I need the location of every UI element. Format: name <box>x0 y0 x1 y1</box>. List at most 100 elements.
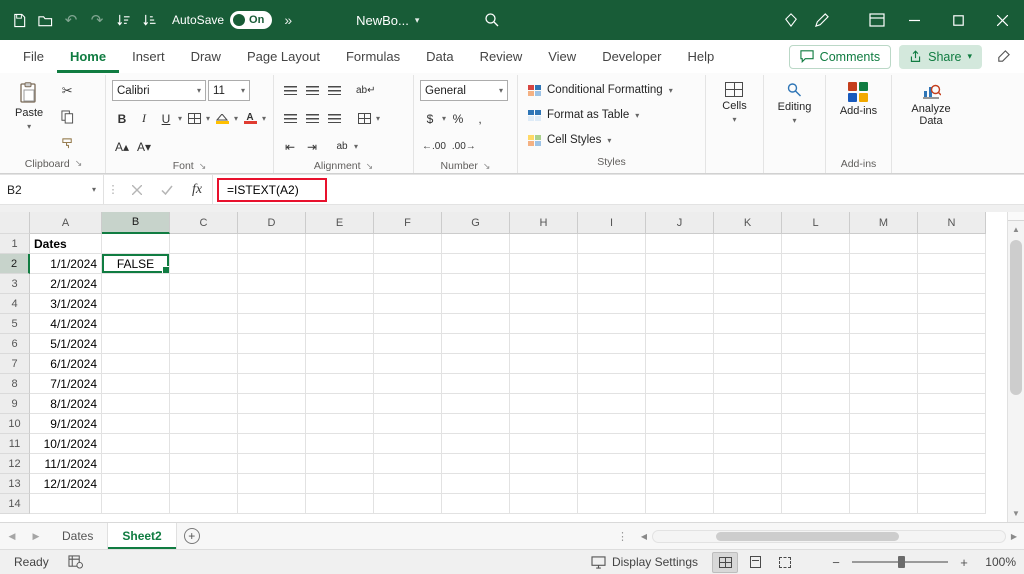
cell-G4[interactable] <box>442 294 510 314</box>
maximize-button[interactable] <box>936 0 980 40</box>
cell-H5[interactable] <box>510 314 578 334</box>
cell-K6[interactable] <box>714 334 782 354</box>
cell-G8[interactable] <box>442 374 510 394</box>
cell-A13[interactable]: 12/1/2024 <box>30 474 102 494</box>
cell-D6[interactable] <box>238 334 306 354</box>
ribbon-tab-home[interactable]: Home <box>57 40 119 73</box>
cell-A6[interactable]: 5/1/2024 <box>30 334 102 354</box>
cell-H2[interactable] <box>510 254 578 274</box>
font-color-chevron-icon[interactable]: ▾ <box>262 114 266 123</box>
row-header-12[interactable]: 12 <box>0 454 30 474</box>
vertical-split-handle[interactable] <box>1008 212 1024 221</box>
row-header-2[interactable]: 2 <box>0 254 30 274</box>
increase-decimal-button[interactable]: ←.00 <box>420 136 448 157</box>
cell-K7[interactable] <box>714 354 782 374</box>
cell-K4[interactable] <box>714 294 782 314</box>
cell-F13[interactable] <box>374 474 442 494</box>
confirm-entry-icon[interactable] <box>152 175 182 204</box>
cell-K1[interactable] <box>714 234 782 254</box>
cell-N7[interactable] <box>918 354 986 374</box>
cell-H3[interactable] <box>510 274 578 294</box>
page-layout-view-button[interactable] <box>742 552 768 573</box>
cell-H1[interactable] <box>510 234 578 254</box>
ribbon-tab-formulas[interactable]: Formulas <box>333 40 413 73</box>
name-box[interactable]: B2 ▾ <box>0 175 104 204</box>
cell-I6[interactable] <box>578 334 646 354</box>
decrease-font-button[interactable]: A▾ <box>134 136 154 157</box>
cell-H10[interactable] <box>510 414 578 434</box>
cell-J13[interactable] <box>646 474 714 494</box>
cell-L5[interactable] <box>782 314 850 334</box>
cell-G12[interactable] <box>442 454 510 474</box>
align-top-button[interactable] <box>280 80 300 101</box>
horizontal-scroll-thumb[interactable] <box>716 532 899 541</box>
fill-color-chevron-icon[interactable]: ▾ <box>234 114 238 123</box>
decrease-indent-button[interactable]: ⇤ <box>280 136 300 157</box>
cell-B7[interactable] <box>102 354 170 374</box>
cell-H9[interactable] <box>510 394 578 414</box>
cell-F4[interactable] <box>374 294 442 314</box>
cell-B4[interactable] <box>102 294 170 314</box>
cell-E9[interactable] <box>306 394 374 414</box>
cell-M10[interactable] <box>850 414 918 434</box>
cell-A10[interactable]: 9/1/2024 <box>30 414 102 434</box>
cell-K10[interactable] <box>714 414 782 434</box>
column-header-A[interactable]: A <box>30 212 102 234</box>
row-header-3[interactable]: 3 <box>0 274 30 294</box>
cell-A5[interactable]: 4/1/2024 <box>30 314 102 334</box>
cell-I13[interactable] <box>578 474 646 494</box>
cell-J12[interactable] <box>646 454 714 474</box>
cell-K8[interactable] <box>714 374 782 394</box>
cell-E13[interactable] <box>306 474 374 494</box>
cells-button[interactable]: Cells ▾ <box>715 78 753 128</box>
cell-M1[interactable] <box>850 234 918 254</box>
cell-B10[interactable] <box>102 414 170 434</box>
zoom-level[interactable]: 100% <box>980 555 1016 569</box>
cell-F6[interactable] <box>374 334 442 354</box>
cell-C13[interactable] <box>170 474 238 494</box>
cell-J2[interactable] <box>646 254 714 274</box>
cell-J8[interactable] <box>646 374 714 394</box>
cell-C9[interactable] <box>170 394 238 414</box>
row-header-7[interactable]: 7 <box>0 354 30 374</box>
cell-G6[interactable] <box>442 334 510 354</box>
autosave-toggle[interactable]: AutoSave On <box>172 11 272 29</box>
number-dialog-launcher-icon[interactable]: ↘ <box>483 161 491 172</box>
addins-button[interactable]: Add-ins <box>833 78 884 121</box>
row-header-6[interactable]: 6 <box>0 334 30 354</box>
cell-D3[interactable] <box>238 274 306 294</box>
cell-N8[interactable] <box>918 374 986 394</box>
font-size-combo[interactable]: 11▾ <box>208 80 250 101</box>
vertical-scroll-thumb[interactable] <box>1010 240 1022 395</box>
underline-chevron-icon[interactable]: ▾ <box>178 114 182 123</box>
cell-K13[interactable] <box>714 474 782 494</box>
cell-G5[interactable] <box>442 314 510 334</box>
bold-button[interactable]: B <box>112 108 132 129</box>
cell-M4[interactable] <box>850 294 918 314</box>
zoom-out-button[interactable]: − <box>828 555 844 570</box>
cell-N14[interactable] <box>918 494 986 514</box>
ribbon-tab-insert[interactable]: Insert <box>119 40 178 73</box>
orientation-button[interactable]: ab <box>332 136 352 157</box>
cell-D11[interactable] <box>238 434 306 454</box>
sort-descending-icon[interactable] <box>136 6 162 34</box>
cell-A7[interactable]: 6/1/2024 <box>30 354 102 374</box>
cell-L9[interactable] <box>782 394 850 414</box>
cell-A14[interactable] <box>30 494 102 514</box>
cell-H7[interactable] <box>510 354 578 374</box>
cell-F12[interactable] <box>374 454 442 474</box>
premium-diamond-icon[interactable] <box>776 6 806 34</box>
ribbon-tab-data[interactable]: Data <box>413 40 466 73</box>
name-box-resize-handle[interactable]: ⋮ <box>104 175 122 204</box>
scroll-down-icon[interactable]: ▼ <box>1008 505 1024 522</box>
cell-D5[interactable] <box>238 314 306 334</box>
cell-H14[interactable] <box>510 494 578 514</box>
cell-E14[interactable] <box>306 494 374 514</box>
cell-J6[interactable] <box>646 334 714 354</box>
cell-D8[interactable] <box>238 374 306 394</box>
cell-M6[interactable] <box>850 334 918 354</box>
zoom-slider[interactable] <box>852 561 948 563</box>
scroll-right-icon[interactable]: ▶ <box>1006 532 1022 541</box>
cell-E11[interactable] <box>306 434 374 454</box>
ribbon-tab-page-layout[interactable]: Page Layout <box>234 40 333 73</box>
